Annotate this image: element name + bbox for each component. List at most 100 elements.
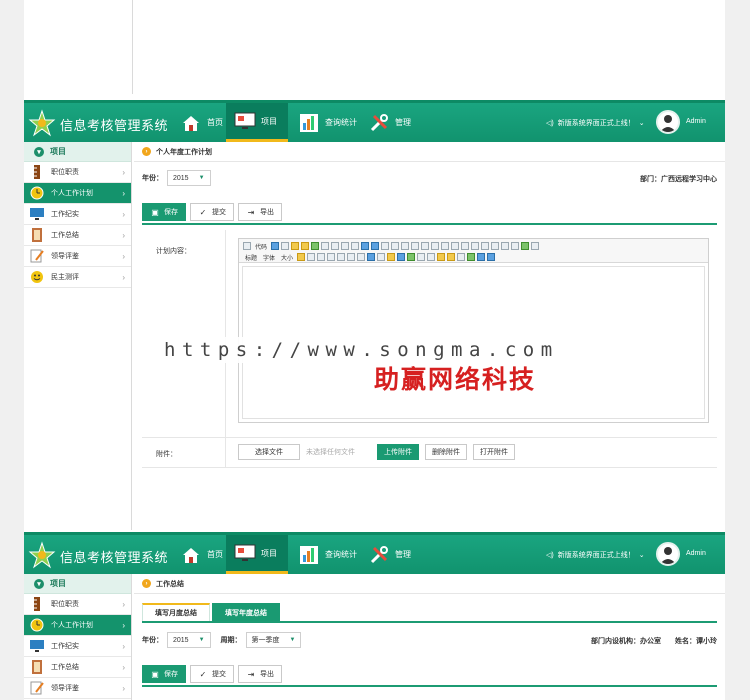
bg-color-icon[interactable] [307, 253, 316, 261]
italic-icon[interactable] [327, 253, 336, 261]
system-notice[interactable]: ◁) 新版系统界面正式上线！ ⌄ [546, 118, 645, 128]
superscript-icon[interactable] [451, 242, 460, 250]
user-name[interactable]: Admin [686, 118, 706, 125]
period-select[interactable]: 第一季度 ▼ [245, 632, 302, 648]
user-avatar[interactable] [656, 542, 680, 566]
sidebar-item-work-summary[interactable]: 工作总结 › [24, 225, 131, 246]
remove-format-icon[interactable] [357, 253, 366, 261]
save-button[interactable]: ▣ 保存 [142, 665, 186, 683]
tab-monthly-summary[interactable]: 填写月度总结 [142, 603, 210, 621]
heading-tool[interactable]: 标题 [245, 253, 257, 262]
export-button[interactable]: ⇥ 导出 [238, 665, 282, 683]
image-icon[interactable] [367, 253, 376, 261]
ordered-list-icon[interactable] [401, 242, 410, 250]
sidebar-item-personal-plan[interactable]: 个人工作计划 › [24, 615, 131, 636]
sidebar-item-duties[interactable]: 职位职责 › [24, 162, 131, 183]
template-icon[interactable] [291, 242, 300, 250]
font-tool[interactable]: 字体 [263, 253, 275, 262]
about-icon[interactable] [487, 253, 496, 261]
nav-manage[interactable]: 管理 [360, 535, 419, 574]
sidebar-item-work-record[interactable]: 工作纪实 › [24, 636, 131, 657]
text-color-icon[interactable] [297, 253, 306, 261]
link-icon[interactable] [467, 253, 476, 261]
table-icon[interactable] [491, 242, 500, 250]
table-insert-icon[interactable] [417, 253, 426, 261]
tab-annual-summary[interactable]: 填写年度总结 [212, 603, 280, 621]
fullscreen-icon[interactable] [481, 242, 490, 250]
save-button[interactable]: ▣ 保存 [142, 203, 186, 221]
sidebar-heading-label: 项目 [50, 147, 66, 156]
sidebar-item-democratic-eval[interactable]: 民主测评 › [24, 267, 131, 288]
sidebar-heading[interactable]: ▾ 项目 [24, 574, 131, 594]
cut-icon[interactable] [301, 242, 310, 250]
sidebar-item-leader-review[interactable]: 领导评鉴 › [24, 246, 131, 267]
nav-query-stats[interactable]: 查询统计 [290, 535, 365, 574]
outdent-icon[interactable] [431, 242, 440, 250]
editor-toolbar-row: 代码 [243, 241, 704, 251]
indent-icon[interactable] [421, 242, 430, 250]
flash-icon[interactable] [387, 253, 396, 261]
submit-button[interactable]: ✓ 提交 [190, 203, 234, 221]
paste-text-icon[interactable] [331, 242, 340, 250]
emoji-icon[interactable] [447, 253, 456, 261]
sidebar-item-duties[interactable]: 职位职责 › [24, 594, 131, 615]
align-right-icon[interactable] [381, 242, 390, 250]
multi-image-icon[interactable] [377, 253, 386, 261]
subscript-icon[interactable] [441, 242, 450, 250]
file-icon[interactable] [407, 253, 416, 261]
undo-icon[interactable] [341, 242, 350, 250]
anchor-icon[interactable] [457, 253, 466, 261]
size-tool[interactable]: 大小 [281, 253, 293, 262]
special-char-icon[interactable] [521, 242, 530, 250]
user-avatar[interactable] [656, 110, 680, 134]
sidebar-item-work-summary[interactable]: 工作总结 › [24, 657, 131, 678]
collapse-icon: ▾ [34, 578, 44, 589]
select-all-icon[interactable] [471, 242, 480, 250]
align-left-icon[interactable] [361, 242, 370, 250]
copy-icon[interactable] [311, 242, 320, 250]
source-icon[interactable] [243, 242, 251, 250]
nav-project[interactable]: 项目 [226, 103, 288, 142]
search-icon[interactable] [271, 242, 280, 250]
emoticon-icon[interactable] [511, 242, 520, 250]
sidebar-item-personal-plan[interactable]: 个人工作计划 › [24, 183, 131, 204]
hr-line-icon[interactable] [427, 253, 436, 261]
submit-button[interactable]: ✓ 提交 [190, 665, 234, 683]
underline-icon[interactable] [337, 253, 346, 261]
nav-query-stats[interactable]: 查询统计 [290, 103, 365, 142]
upload-attachment-button[interactable]: 上传附件 [377, 444, 419, 460]
unlink-icon[interactable] [477, 253, 486, 261]
align-center-icon[interactable] [371, 242, 380, 250]
delete-attachment-button[interactable]: 删除附件 [425, 444, 467, 460]
nav-project[interactable]: 项目 [226, 535, 288, 574]
sidebar-heading[interactable]: ▾ 项目 [24, 142, 131, 162]
bold-icon[interactable] [317, 253, 326, 261]
sidebar-item-work-record[interactable]: 工作纪实 › [24, 204, 131, 225]
year-select[interactable]: 2015 ▼ [167, 170, 211, 186]
open-attachment-button[interactable]: 打开附件 [473, 444, 515, 460]
justify-icon[interactable] [391, 242, 400, 250]
export-button[interactable]: ⇥ 导出 [238, 203, 282, 221]
nav-home[interactable]: 首页 [172, 535, 231, 574]
save-label: 保存 [164, 209, 178, 216]
preview-icon[interactable] [281, 242, 290, 250]
nav-manage[interactable]: 管理 [360, 103, 419, 142]
paste-icon[interactable] [321, 242, 330, 250]
system-notice[interactable]: ◁) 新版系统界面正式上线！ ⌄ [546, 550, 645, 560]
unordered-list-icon[interactable] [411, 242, 420, 250]
year-label: 年份： [142, 637, 163, 644]
map-icon[interactable] [437, 253, 446, 261]
strikethrough-icon[interactable] [347, 253, 356, 261]
code-tool[interactable]: 代码 [255, 242, 267, 251]
redo-icon[interactable] [351, 242, 360, 250]
page-break-icon[interactable] [531, 242, 540, 250]
nav-home[interactable]: 首页 [172, 103, 231, 142]
choose-file-button[interactable]: 选择文件 [238, 444, 300, 460]
chevron-right-icon: › [122, 662, 125, 672]
year-select[interactable]: 2015 ▼ [167, 632, 211, 648]
media-icon[interactable] [397, 253, 406, 261]
user-name[interactable]: Admin [686, 550, 706, 557]
hr-icon[interactable] [501, 242, 510, 250]
sidebar-item-leader-review[interactable]: 领导评鉴 › [24, 678, 131, 699]
clear-format-icon[interactable] [461, 242, 470, 250]
